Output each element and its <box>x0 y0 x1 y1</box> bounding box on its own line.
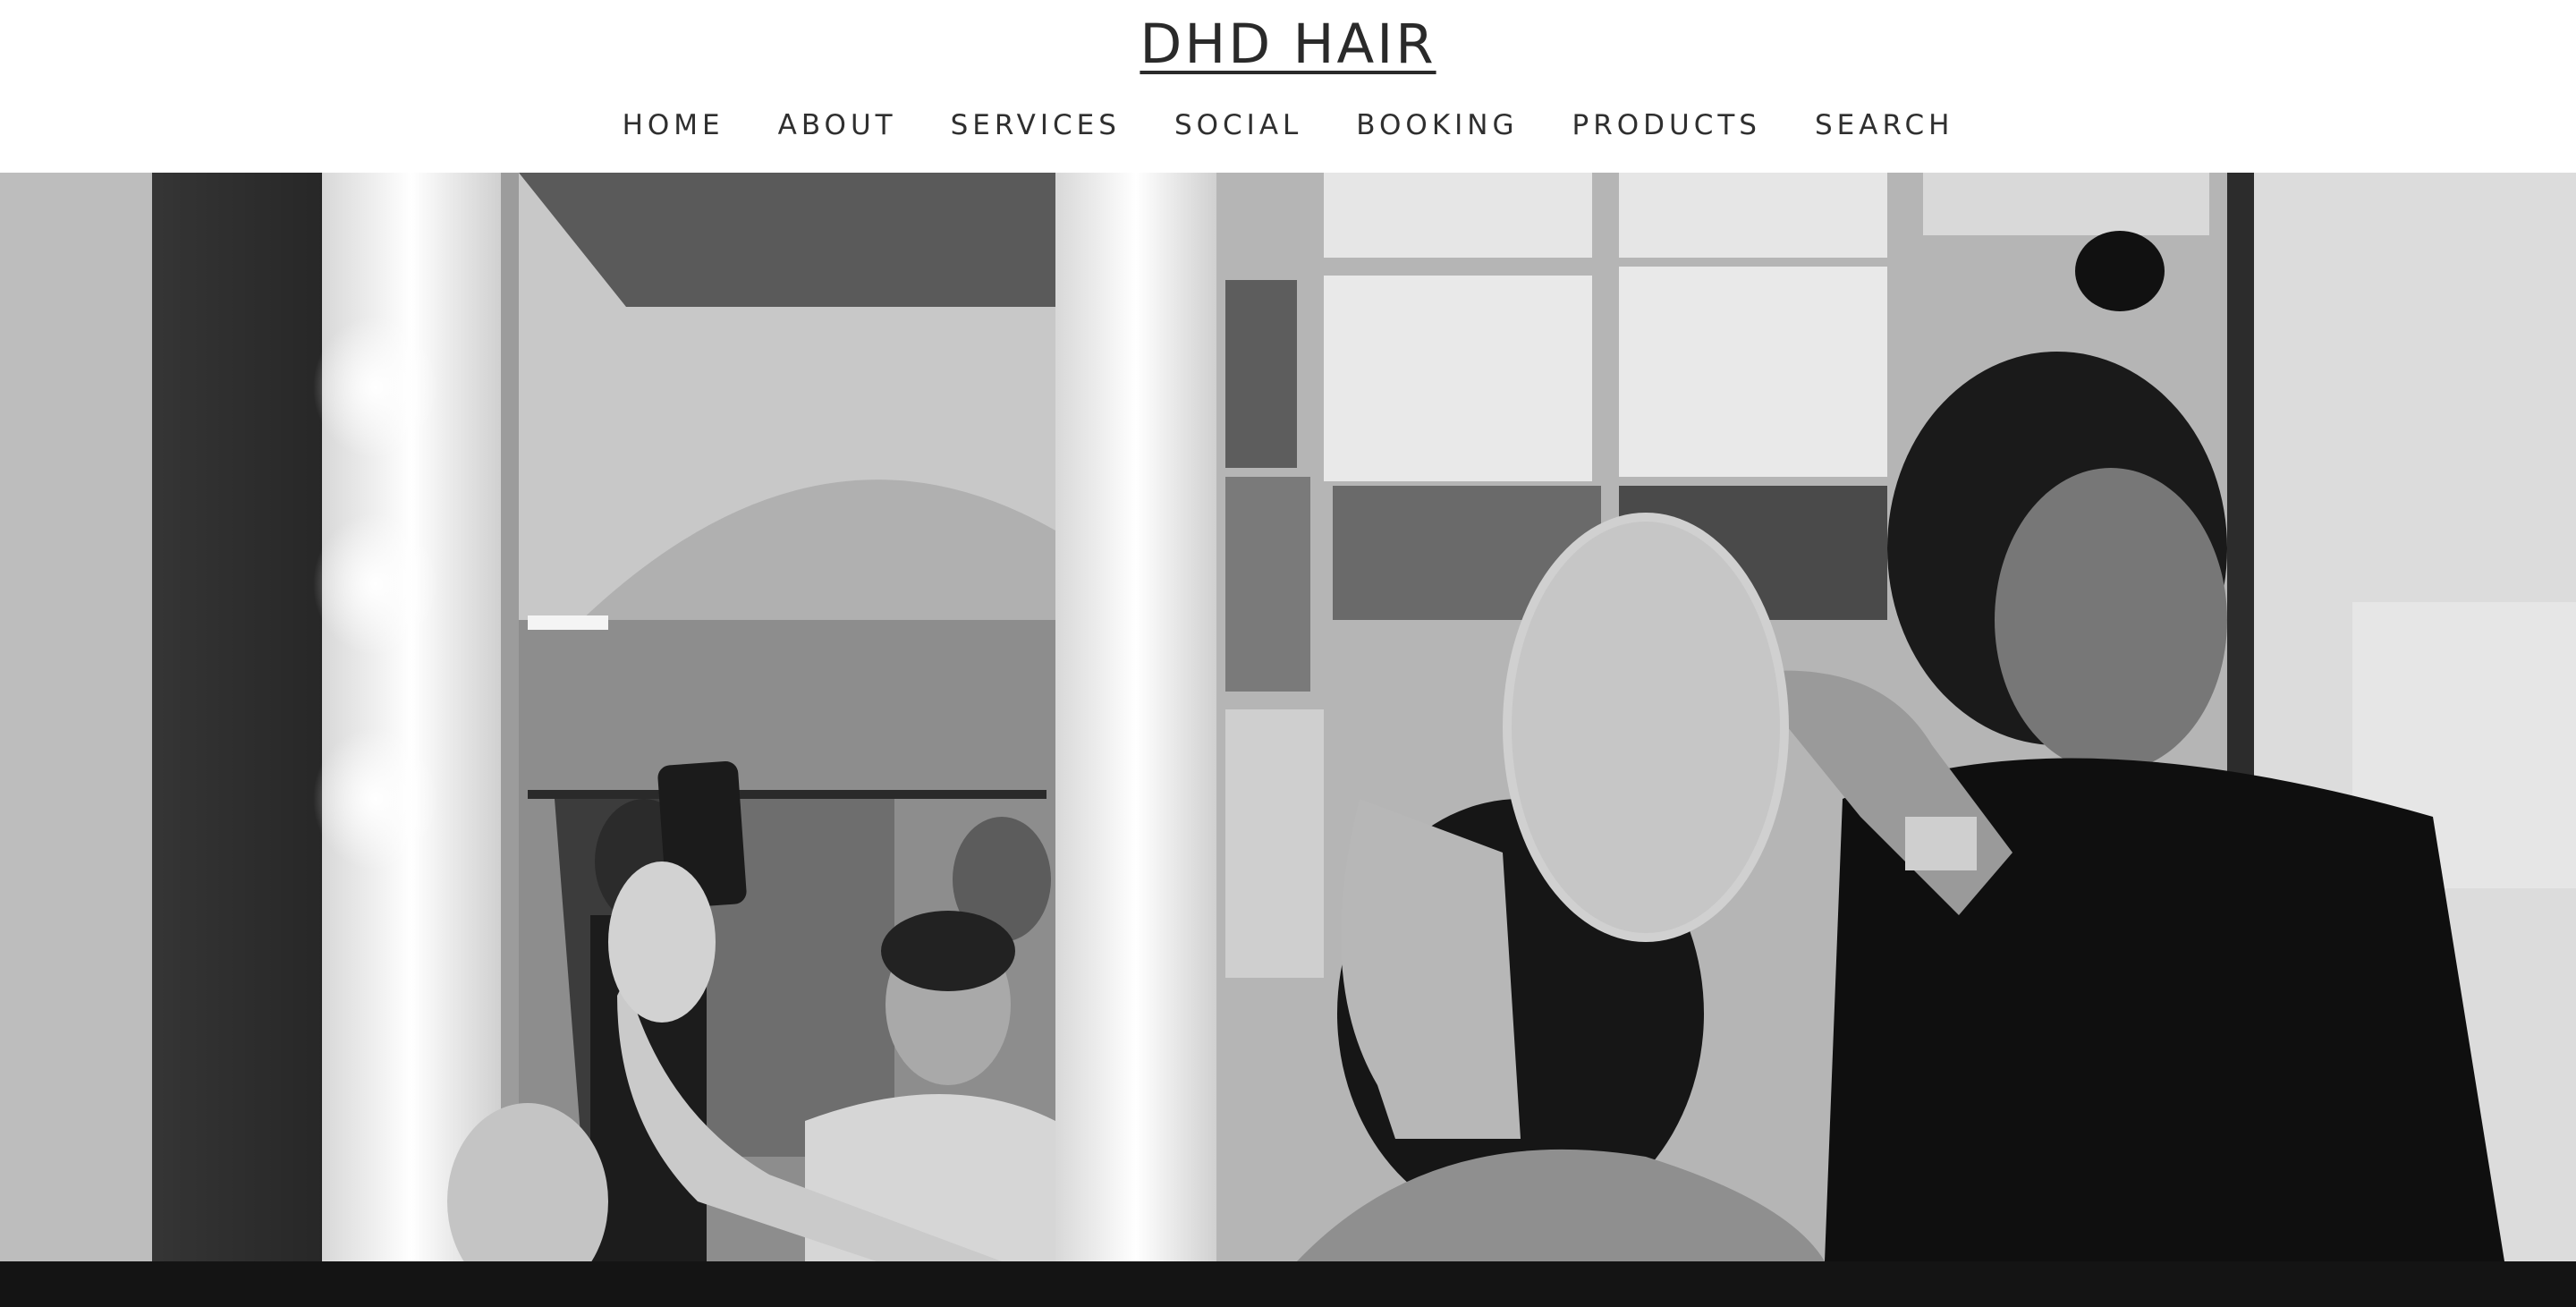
main-nav: HOME ABOUT SERVICES SOCIAL BOOKING PRODU… <box>0 106 2576 145</box>
nav-item-services[interactable]: SERVICES <box>951 106 1121 145</box>
nav-item-home[interactable]: HOME <box>623 106 724 145</box>
nav-item-products[interactable]: PRODUCTS <box>1572 106 1761 145</box>
hero-image <box>0 173 2576 1261</box>
nav-item-search[interactable]: SEARCH <box>1815 106 1953 145</box>
nav-item-about[interactable]: ABOUT <box>778 106 897 145</box>
site-title-link[interactable]: DHD HAIR <box>0 13 2576 77</box>
site-header: DHD HAIR HOME ABOUT SERVICES SOCIAL BOOK… <box>0 0 2576 173</box>
nav-item-booking[interactable]: BOOKING <box>1356 106 1518 145</box>
nav-item-social[interactable]: SOCIAL <box>1174 106 1302 145</box>
hero-photo-illustration <box>0 173 2576 1261</box>
footer-bar <box>0 1261 2576 1307</box>
